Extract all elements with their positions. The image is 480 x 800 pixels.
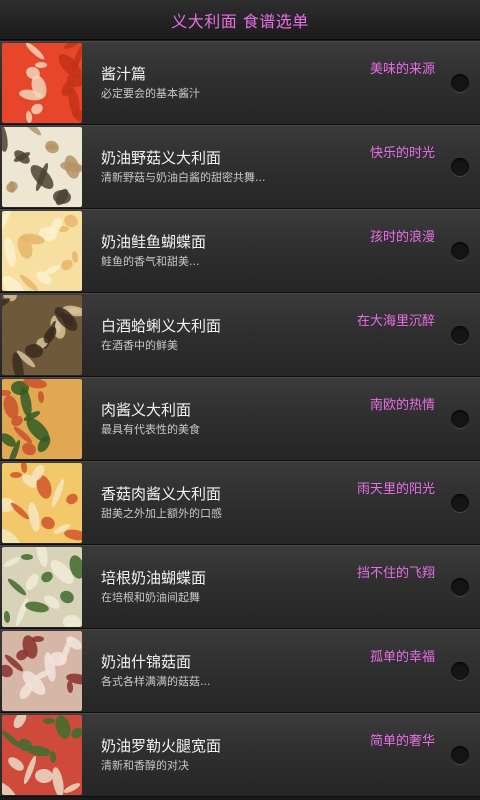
recipe-row[interactable]: 奶油野菇义大利面清新野菇与奶油白酱的甜密共舞... 快乐的时光 [0,125,480,209]
recipe-thumbnail [2,379,82,459]
recipe-name: 酱汁篇 [101,65,147,83]
recipe-tagline: 快乐的时光 [369,146,435,161]
recipe-thumbnail [2,715,82,795]
radio-indicator-icon[interactable] [451,746,469,764]
recipe-tagline: 孤单的幸福 [369,650,435,665]
recipe-thumbnail [2,547,82,627]
recipe-description: 清新野菇与奶油白酱的甜密共舞... [101,171,266,184]
recipe-tagline: 简单的奢华 [369,734,435,749]
recipe-description: 在培根和奶油间起舞 [101,591,200,604]
radio-indicator-icon[interactable] [451,74,469,92]
radio-indicator-icon[interactable] [451,578,469,596]
recipe-thumbnail [2,295,82,375]
recipe-thumbnail [2,631,82,711]
recipe-row[interactable]: 肉酱义大利面最具有代表性的美食 南欧的热情 [0,377,480,461]
recipe-tagline: 南欧的热情 [369,398,435,413]
recipe-name: 肉酱义大利面 [101,401,192,419]
recipe-description: 鲑鱼的香气和甜美... [101,255,200,268]
recipe-name: 培根奶油蝴蝶面 [101,569,207,587]
recipe-name: 香菇肉酱义大利面 [101,485,222,503]
recipe-tagline: 孩时的浪漫 [369,230,435,245]
recipe-description: 必定要会的基本酱汁 [101,87,200,100]
recipe-row[interactable]: 奶油鲑鱼蝴蝶面鲑鱼的香气和甜美... 孩时的浪漫 [0,209,480,293]
recipe-row[interactable]: 香菇肉酱义大利面甜美之外加上额外的口感 雨天里的阳光 [0,461,480,545]
recipe-row[interactable]: 奶油什锦菇面各式各样满满的菇菇... 孤单的幸福 [0,629,480,713]
radio-indicator-icon[interactable] [451,494,469,512]
recipe-row[interactable]: 培根奶油蝴蝶面在培根和奶油间起舞 挡不住的飞翔 [0,545,480,629]
recipe-thumbnail [2,463,82,543]
recipe-list[interactable]: 酱汁篇必定要会的基本酱汁 美味的来源奶油野菇义大利面清新野菇与奶油白酱的甜密共舞.… [0,41,480,797]
radio-indicator-icon[interactable] [451,326,469,344]
recipe-thumbnail [2,127,82,207]
recipe-tagline: 挡不住的飞翔 [356,566,435,581]
recipe-tagline: 美味的来源 [369,62,435,77]
recipe-name: 白酒蛤蜊义大利面 [101,317,222,335]
recipe-name: 奶油罗勒火腿宽面 [101,737,222,755]
recipe-row[interactable]: 白酒蛤蜊义大利面在酒香中的鲜美 在大海里沉醉 [0,293,480,377]
radio-indicator-icon[interactable] [451,662,469,680]
recipe-name: 奶油野菇义大利面 [101,149,222,167]
recipe-row[interactable]: 奶油罗勒火腿宽面清新和香醇的对决 简单的奢华 [0,713,480,797]
recipe-description: 在酒香中的鲜美 [101,339,178,352]
recipe-description: 各式各样满满的菇菇... [101,675,211,688]
radio-indicator-icon[interactable] [451,410,469,428]
recipe-thumbnail [2,43,82,123]
recipe-name: 奶油鲑鱼蝴蝶面 [101,233,207,251]
title-bar: 义大利面 食谱选单 [0,0,480,40]
recipe-thumbnail [2,211,82,291]
radio-indicator-icon[interactable] [451,242,469,260]
recipe-description: 清新和香醇的对决 [101,759,189,772]
app-screen: 义大利面 食谱选单 酱汁篇必定要会的基本酱汁 美味的来源奶油野菇义大利面清新野菇与… [0,0,480,800]
recipe-tagline: 雨天里的阳光 [356,482,435,497]
recipe-row[interactable]: 酱汁篇必定要会的基本酱汁 美味的来源 [0,41,480,125]
recipe-tagline: 在大海里沉醉 [356,314,435,329]
radio-indicator-icon[interactable] [451,158,469,176]
recipe-name: 奶油什锦菇面 [101,653,192,671]
page-title: 义大利面 食谱选单 [171,11,309,31]
recipe-description: 最具有代表性的美食 [101,423,200,436]
recipe-description: 甜美之外加上额外的口感 [101,507,222,520]
